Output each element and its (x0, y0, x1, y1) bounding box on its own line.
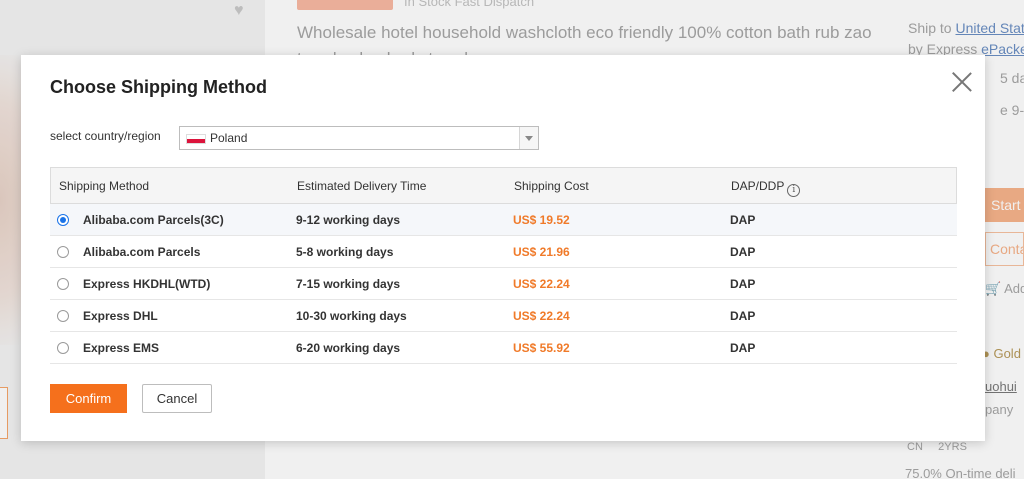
selected-country: Poland (210, 131, 248, 145)
shipping-methods-table: Shipping Method Estimated Delivery Time … (50, 167, 957, 364)
confirm-button[interactable]: Confirm (50, 384, 127, 413)
method-name: Alibaba.com Parcels (83, 245, 201, 259)
method-name: Alibaba.com Parcels(3C) (83, 213, 224, 227)
dap-ddp-value: DAP (730, 309, 756, 323)
shipping-cost: US$ 22.24 (513, 277, 570, 291)
shipping-method-dialog: Choose Shipping Method select country/re… (21, 55, 985, 441)
dap-ddp-value: DAP (730, 213, 756, 227)
poland-flag-icon (186, 134, 206, 144)
method-name: Express EMS (83, 341, 160, 355)
close-icon[interactable] (951, 71, 973, 93)
country-region-label: select country/region (50, 129, 161, 143)
shipping-radio[interactable] (57, 278, 69, 290)
cancel-button[interactable]: Cancel (142, 384, 212, 413)
method-name: Express HKDHL(WTD) (83, 277, 211, 291)
header-delivery-time: Estimated Delivery Time (297, 179, 427, 193)
shipping-cost: US$ 19.52 (513, 213, 570, 227)
dap-ddp-value: DAP (730, 277, 756, 291)
table-row[interactable]: Alibaba.com Parcels(3C) 9-12 working day… (50, 204, 957, 236)
dialog-title: Choose Shipping Method (50, 77, 267, 97)
table-header: Shipping Method Estimated Delivery Time … (50, 167, 957, 204)
dap-ddp-value: DAP (730, 341, 756, 355)
shipping-radio[interactable] (57, 310, 69, 322)
header-dap-ddp: DAP/DDP i (731, 179, 801, 197)
info-icon[interactable]: i (787, 184, 801, 197)
country-region-select[interactable]: Poland (179, 126, 539, 150)
table-row[interactable]: Express HKDHL(WTD) 7-15 working days US$… (50, 268, 957, 300)
delivery-time: 9-12 working days (296, 213, 401, 227)
shipping-radio[interactable] (57, 342, 69, 354)
shipping-radio[interactable] (57, 246, 69, 258)
chevron-down-icon[interactable] (519, 127, 538, 149)
dap-ddp-value: DAP (730, 245, 756, 259)
shipping-cost: US$ 55.92 (513, 341, 570, 355)
header-shipping-cost: Shipping Cost (514, 179, 589, 193)
shipping-cost: US$ 21.96 (513, 245, 570, 259)
delivery-time: 10-30 working days (296, 309, 407, 323)
header-shipping-method: Shipping Method (59, 179, 150, 193)
shipping-cost: US$ 22.24 (513, 309, 570, 323)
delivery-time: 6-20 working days (296, 341, 401, 355)
delivery-time: 7-15 working days (296, 277, 401, 291)
delivery-time: 5-8 working days (296, 245, 394, 259)
shipping-radio[interactable] (57, 214, 69, 226)
table-row[interactable]: Alibaba.com Parcels 5-8 working days US$… (50, 236, 957, 268)
table-row[interactable]: Express DHL 10-30 working days US$ 22.24… (50, 300, 957, 332)
table-row[interactable]: Express EMS 6-20 working days US$ 55.92 … (50, 332, 957, 364)
method-name: Express DHL (83, 309, 158, 323)
